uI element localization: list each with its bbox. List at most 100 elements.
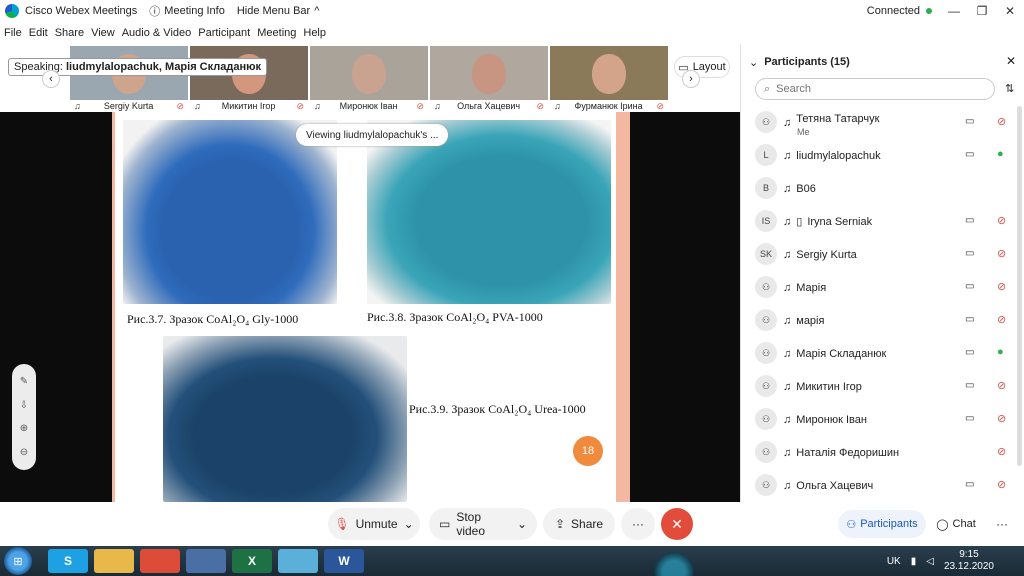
zoom-out-icon[interactable]: ⊖ (20, 447, 28, 458)
participant-row[interactable]: ⚇ ♫ Тетяна Татарчук Me ▭ ⊘ (741, 106, 1024, 139)
participant-name: марія (796, 314, 825, 327)
more-options-button[interactable]: ··· (621, 508, 655, 540)
mic-muted-icon[interactable]: ⊘ (997, 313, 1006, 326)
participant-row[interactable]: ⚇ ♫ Миронюк Іван ▭ ⊘ (741, 403, 1024, 436)
menu-item-4[interactable]: Audio & Video (122, 27, 192, 39)
stop-video-button[interactable]: ▭ Stop video ⌄ (429, 508, 537, 540)
sample-image-gly (123, 120, 337, 304)
page-number-badge: 18 (573, 436, 603, 466)
participant-row[interactable]: ⚇ ♫ Ольга Хацевич ▭ ⊘ (741, 469, 1024, 502)
panel-header[interactable]: ⌄ Participants (15) (749, 54, 1019, 70)
excel-app[interactable]: X (232, 549, 272, 573)
more-panels-button[interactable]: ··· (988, 510, 1016, 538)
participant-row[interactable]: ⚇ ♫ Марія Складанюк ▭ ● (741, 337, 1024, 370)
pen-icon[interactable]: ✎ (20, 376, 28, 387)
close-icon[interactable]: ✕ (1006, 54, 1016, 68)
mic-muted-icon[interactable]: ⊘ (997, 379, 1006, 392)
download-icon[interactable]: ⇩ (20, 400, 28, 411)
participant-row[interactable]: ⚇ ♫ марія ▭ ⊘ (741, 304, 1024, 337)
participant-row[interactable]: ⚇ ♫ Наталія Федоришин ⊘ (741, 436, 1024, 469)
chat-tab[interactable]: ◯ Chat (930, 510, 982, 538)
menu-item-2[interactable]: Share (55, 27, 84, 39)
menu-item-7[interactable]: Help (303, 27, 326, 39)
mic-muted-icon[interactable]: ⊘ (997, 214, 1006, 227)
menu-item-5[interactable]: Participant (198, 27, 250, 39)
word-app[interactable]: W (324, 549, 364, 573)
participant-name: liudmylalopachuk (796, 149, 881, 162)
save-app[interactable] (186, 549, 226, 573)
share-label: Share (571, 517, 604, 531)
webex-app[interactable] (278, 549, 318, 573)
file-explorer-app[interactable] (94, 549, 134, 573)
participant-row[interactable]: IS ♫ ▯ Iryna Serniak ▭ ⊘ (741, 205, 1024, 238)
menu-item-0[interactable]: File (4, 27, 22, 39)
mic-active-icon[interactable]: ● (997, 148, 1004, 160)
participant-video (352, 54, 386, 94)
camera-icon: ▭ (965, 215, 975, 226)
participant-search[interactable]: ⌕ (755, 78, 995, 100)
menu-item-1[interactable]: Edit (29, 27, 48, 39)
mic-muted-icon[interactable]: ⊘ (997, 445, 1006, 458)
participant-name: Марія Складанюк (796, 347, 887, 360)
meeting-info-button[interactable]: ⓘ Meeting Info (149, 3, 225, 19)
mic-muted-icon[interactable]: ⊘ (997, 412, 1006, 425)
clock-time: 9:15 (959, 549, 979, 560)
mic-muted-icon: ⊘ (296, 100, 304, 111)
participant-row[interactable]: B ♫ B06 (741, 172, 1024, 205)
clock[interactable]: 9:15 23.12.2020 (944, 549, 994, 573)
clock-date: 23.12.2020 (943, 561, 994, 572)
participant-row[interactable]: L ♫ liudmylalopachuk ▭ ● (741, 139, 1024, 172)
chevron-down-icon[interactable]: ⌄ (404, 517, 414, 531)
search-input[interactable] (776, 83, 977, 95)
skype-app[interactable]: S (48, 549, 88, 573)
network-icon[interactable]: ▮ (911, 556, 917, 567)
thumbnail-name: Sergiy Kurta (103, 101, 154, 111)
audio-connection-icon: ♫ (783, 182, 792, 195)
mic-muted-icon[interactable]: ⊘ (997, 115, 1006, 128)
start-button[interactable]: ⊞ (4, 547, 32, 575)
minimize-button[interactable]: — (940, 0, 968, 22)
chevron-down-icon[interactable]: ⌄ (517, 517, 527, 531)
video-thumbnail[interactable] (550, 46, 668, 100)
mic-active-icon[interactable]: ● (997, 346, 1004, 358)
mic-muted-icon[interactable]: ⊘ (997, 478, 1006, 491)
sort-icon[interactable]: ⇅ (1005, 82, 1014, 95)
strip-prev-button[interactable]: ‹ (42, 70, 60, 88)
camera-icon: ▭ (965, 413, 975, 424)
strip-next-button[interactable]: › (682, 70, 700, 88)
share-button[interactable]: ⇪ Share (543, 508, 615, 540)
menu-item-3[interactable]: View (91, 27, 115, 39)
participant-row[interactable]: ⚇ ♫ Микитин Ігор ▭ ⊘ (741, 370, 1024, 403)
participants-tab[interactable]: ⚇ Participants (838, 510, 926, 538)
mic-muted-icon[interactable]: ⊘ (997, 247, 1006, 260)
video-thumbnail[interactable] (310, 46, 428, 100)
participant-video (472, 54, 506, 94)
connection-label: Connected (866, 5, 920, 17)
unmute-button[interactable]: 🎙︎ Unmute ⌄ (328, 508, 420, 540)
thumbnail-name-bar: ♫ Ольга Хацевич ⊘ (430, 100, 548, 112)
zoom-in-icon[interactable]: ⊕ (20, 423, 28, 434)
participant-info: ♫ B06 (783, 172, 816, 205)
shared-content-area[interactable]: Рис.3.7. Зразок CoAl₂O₄ Gly-1000 Рис.3.8… (0, 112, 740, 576)
share-icon: ⇪ (554, 517, 566, 531)
chrome-app[interactable] (140, 549, 180, 573)
title-bar: Cisco Webex Meetings ⓘ Meeting Info Hide… (0, 0, 1024, 22)
volume-icon[interactable]: ◁ (926, 556, 934, 567)
video-thumbnail[interactable] (430, 46, 548, 100)
chevron-down-icon: ⌄ (749, 56, 759, 69)
camera-icon: ▭ (965, 314, 975, 325)
close-window-button[interactable]: ✕ (996, 0, 1024, 22)
participant-row[interactable]: SK ♫ Sergiy Kurta ▭ ⊘ (741, 238, 1024, 271)
thumbnail-name: Ольга Хацевич (457, 101, 521, 111)
language-indicator[interactable]: UK (887, 556, 901, 567)
end-meeting-button[interactable]: ✕ (661, 508, 693, 540)
restore-button[interactable]: ❐ (968, 0, 996, 22)
menu-item-6[interactable]: Meeting (257, 27, 296, 39)
participant-info: ♫ Ольга Хацевич (783, 469, 873, 502)
participant-row[interactable]: ⚇ ♫ Марія ▭ ⊘ (741, 271, 1024, 304)
participant-video (592, 54, 626, 94)
mic-muted-icon[interactable]: ⊘ (997, 280, 1006, 293)
mic-muted-icon: ⊘ (656, 100, 664, 111)
scrollbar[interactable] (1017, 106, 1022, 466)
hide-menu-bar-button[interactable]: Hide Menu Bar ^ (237, 5, 320, 17)
